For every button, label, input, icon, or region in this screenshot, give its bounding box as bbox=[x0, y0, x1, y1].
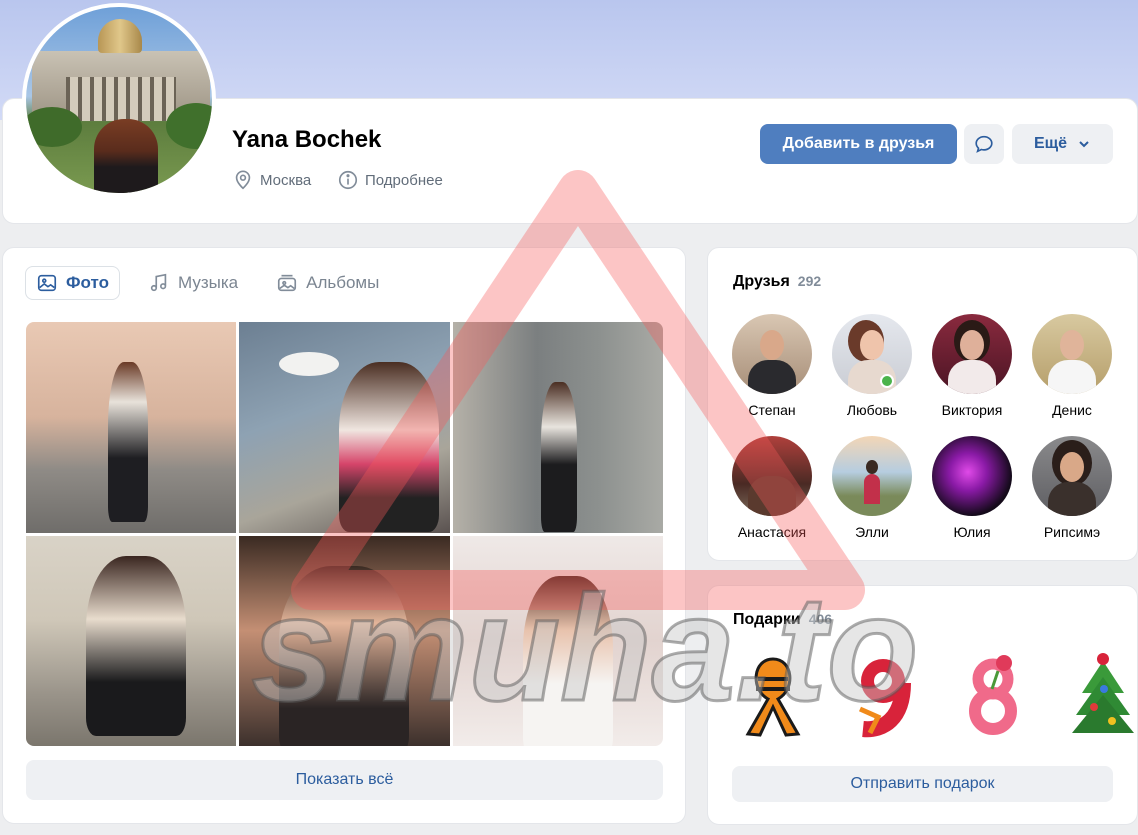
friend-item[interactable]: Анастасия bbox=[722, 436, 822, 540]
gifts-title: Подарки bbox=[733, 611, 801, 628]
friend-item[interactable]: Денис bbox=[1022, 314, 1122, 418]
friends-section: Друзья 292 Степан Любовь Виктория Денис bbox=[707, 247, 1138, 561]
chevron-down-icon bbox=[1079, 141, 1089, 148]
photos-section: Фото Музыка Альбомы Показать всё bbox=[2, 247, 686, 824]
photo-thumbnail[interactable] bbox=[239, 322, 450, 533]
friend-item[interactable]: Любовь bbox=[822, 314, 922, 418]
gifts-header[interactable]: Подарки 406 bbox=[733, 611, 832, 629]
profile-avatar[interactable] bbox=[22, 3, 216, 197]
friend-name: Денис bbox=[1052, 402, 1092, 418]
friend-name: Степан bbox=[748, 402, 796, 418]
message-button[interactable] bbox=[964, 124, 1004, 164]
friend-item[interactable]: Рипсимэ bbox=[1022, 436, 1122, 540]
number-9-gift-icon[interactable] bbox=[840, 646, 926, 742]
tab-music-label: Музыка bbox=[177, 273, 239, 292]
photo-thumbnail[interactable] bbox=[239, 535, 450, 746]
friend-name: Виктория bbox=[941, 402, 1003, 418]
friend-item[interactable]: Виктория bbox=[922, 314, 1022, 418]
photo-grid bbox=[26, 322, 663, 746]
friend-name: Анастасия bbox=[737, 524, 807, 540]
profile-name: Yana Bochek bbox=[232, 126, 382, 153]
location-pin-icon bbox=[235, 170, 251, 190]
tab-music[interactable]: Музыка bbox=[138, 266, 248, 300]
more-label: Ещё bbox=[1033, 135, 1068, 152]
tab-albums[interactable]: Альбомы bbox=[266, 266, 389, 300]
number-8-gift-icon[interactable] bbox=[950, 646, 1036, 742]
friends-header[interactable]: Друзья 292 bbox=[733, 273, 821, 291]
info-icon bbox=[338, 170, 358, 190]
more-button[interactable]: Ещё bbox=[1012, 124, 1113, 164]
christmas-tree-gift-icon[interactable] bbox=[1060, 646, 1138, 742]
friend-item[interactable]: Элли bbox=[822, 436, 922, 540]
show-all-button[interactable]: Показать всё bbox=[26, 760, 663, 800]
details-label: Подробнее bbox=[365, 171, 443, 189]
photo-thumbnail[interactable] bbox=[452, 322, 663, 533]
online-indicator bbox=[880, 374, 894, 388]
gifts-section: Подарки 406 Отправить подарок bbox=[707, 585, 1138, 825]
music-note-icon bbox=[150, 273, 167, 292]
photo-thumbnail[interactable] bbox=[26, 535, 237, 746]
tab-photos-label: Фото bbox=[66, 273, 109, 292]
ribbon-gift-icon[interactable] bbox=[730, 646, 816, 742]
add-friend-button[interactable]: Добавить в друзья bbox=[760, 124, 957, 164]
friend-avatar bbox=[1032, 314, 1112, 394]
profile-details-link[interactable]: Подробнее bbox=[337, 169, 443, 191]
friends-count: 292 bbox=[797, 273, 822, 289]
albums-icon bbox=[278, 274, 297, 292]
image-icon bbox=[37, 274, 57, 292]
city-label: Москва bbox=[260, 171, 312, 189]
gifts-count: 406 bbox=[808, 611, 833, 627]
friend-name: Любовь bbox=[846, 402, 898, 418]
friends-title: Друзья bbox=[733, 273, 790, 290]
profile-city: Москва bbox=[232, 169, 311, 191]
chat-bubble-icon bbox=[975, 135, 993, 153]
friend-avatar bbox=[1032, 436, 1112, 516]
gifts-list bbox=[730, 646, 1138, 742]
photo-thumbnail[interactable] bbox=[26, 322, 237, 533]
friend-avatar bbox=[832, 314, 912, 394]
friend-name: Элли bbox=[855, 524, 889, 540]
tab-albums-label: Альбомы bbox=[306, 273, 380, 292]
friend-name: Рипсимэ bbox=[1043, 524, 1101, 540]
photo-thumbnail[interactable] bbox=[452, 535, 663, 746]
friend-item[interactable]: Юлия bbox=[922, 436, 1022, 540]
friend-avatar bbox=[732, 314, 812, 394]
send-gift-button[interactable]: Отправить подарок bbox=[732, 766, 1113, 802]
friend-avatar bbox=[732, 436, 812, 516]
friend-name: Юлия bbox=[953, 524, 991, 540]
friend-avatar bbox=[832, 436, 912, 516]
photos-tabs: Фото Музыка Альбомы bbox=[25, 266, 389, 300]
friend-avatar bbox=[932, 314, 1012, 394]
friends-list: Степан Любовь Виктория Денис Анастасия Э… bbox=[722, 314, 1132, 540]
friend-avatar bbox=[932, 436, 1012, 516]
tab-photos[interactable]: Фото bbox=[25, 266, 120, 300]
friend-item[interactable]: Степан bbox=[722, 314, 822, 418]
